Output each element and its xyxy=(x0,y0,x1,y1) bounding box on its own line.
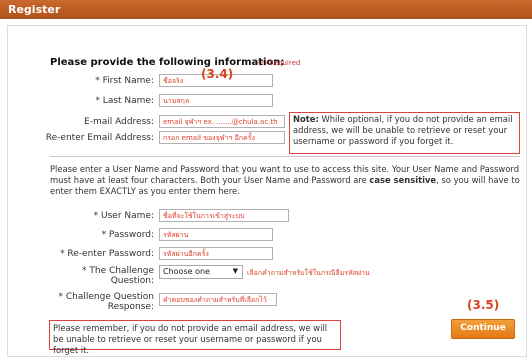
last-name-field[interactable]: นามสกุล xyxy=(159,94,273,107)
email-note-text: While optional, if you do not provide an… xyxy=(293,114,513,146)
username-label: * User Name: xyxy=(93,211,154,221)
email-field[interactable]: email จุฬาฯ ex. .......@chula.ac.th xyxy=(159,115,285,128)
reenter-password-field[interactable]: รหัสผ่านอีกครั้ง xyxy=(159,247,273,260)
password-field[interactable]: รหัสผ่าน xyxy=(159,228,273,241)
chevron-down-icon: ▼ xyxy=(232,267,238,275)
header-bar: Register xyxy=(0,0,532,19)
email-note-bold: Note: xyxy=(293,114,319,124)
challenge-question-selected: Choose one xyxy=(163,267,210,276)
reenter-email-label: Re-enter Email Address: xyxy=(45,133,154,143)
username-instructions: Please enter a User Name and Password th… xyxy=(50,164,522,197)
reenter-email-field[interactable]: กรอก email ของจุฬาฯ อีกครั้ง xyxy=(159,131,285,144)
challenge-question-label: * The Challenge Question: xyxy=(20,266,154,286)
continue-button[interactable]: Continue xyxy=(451,319,515,339)
instructions-heading: Please provide the following information… xyxy=(50,57,285,68)
challenge-question-hint: เลือกคำถามสำหรับใช้ในกรณีลืมรหัสผ่าน xyxy=(247,269,370,277)
case-sensitive-text: case sensitive xyxy=(369,175,437,185)
page-title: Register xyxy=(8,3,61,16)
challenge-response-label-line2: Response: xyxy=(107,302,154,312)
password-label: * Password: xyxy=(101,230,154,240)
email-label: E-mail Address: xyxy=(84,117,154,127)
username-field[interactable]: ชื่อที่จะใช้ในการเข้าสู่ระบบ xyxy=(159,209,289,222)
reenter-password-label: * Re-enter Password: xyxy=(60,249,154,259)
challenge-question-select[interactable]: Choose one ▼ xyxy=(159,265,243,279)
challenge-response-label-line1: * Challenge Question xyxy=(58,292,154,302)
annotation-3-4: (3.4) xyxy=(201,67,234,81)
challenge-question-label-line2: Question: xyxy=(110,276,154,286)
required-note: (*) Required xyxy=(258,59,301,67)
challenge-question-label-line1: * The Challenge xyxy=(82,266,154,276)
section-divider xyxy=(50,156,520,157)
annotation-3-5: (3.5) xyxy=(467,298,500,312)
challenge-response-label: * Challenge Question Response: xyxy=(20,292,154,312)
first-name-label: * First Name: xyxy=(95,76,154,86)
last-name-label: * Last Name: xyxy=(95,96,154,106)
challenge-response-field[interactable]: คำตอบของคำถามสำหรับที่เลือกไว้ xyxy=(159,293,277,306)
email-note: Note: While optional, if you do not prov… xyxy=(293,114,518,147)
reminder-text: Please remember, if you do not provide a… xyxy=(53,323,328,355)
